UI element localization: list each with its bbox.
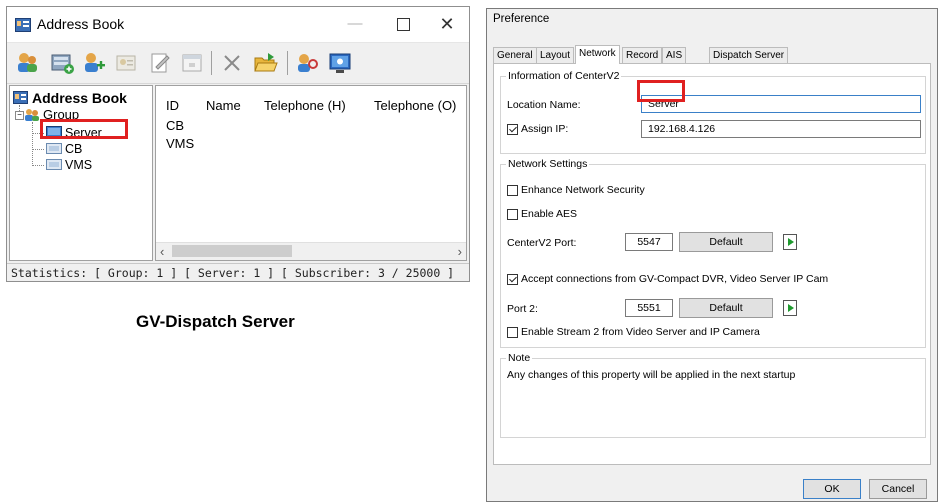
enable-stream2-label: Enable Stream 2 from Video Server and IP…	[521, 326, 760, 338]
info-group: Information of CenterV2 Location Name: S…	[500, 70, 926, 154]
accept-connections-label: Accept connections from GV-Compact DVR, …	[521, 273, 829, 285]
group-label: Network Settings	[506, 158, 590, 170]
play-arrow-icon[interactable]	[783, 234, 797, 250]
monitor-icon	[329, 53, 351, 73]
scroll-thumb[interactable]	[172, 245, 292, 257]
preference-dialog: Preference General Layout Network Record…	[486, 8, 938, 502]
enable-aes-label: Enable AES	[521, 208, 578, 220]
column-header-telephone-h[interactable]: Telephone (H)	[264, 98, 346, 113]
maximize-button[interactable]	[383, 11, 423, 37]
group-icon	[25, 109, 39, 121]
add-server-button[interactable]	[47, 48, 77, 78]
group-label: Note	[506, 352, 533, 364]
close-button[interactable]: ✕	[427, 11, 467, 37]
list-item[interactable]: VMS	[166, 136, 194, 151]
monitor-button[interactable]	[325, 48, 355, 78]
subscriber-card-button[interactable]	[111, 48, 141, 78]
ip-address-input[interactable]: 192.168.4.126	[641, 120, 921, 138]
column-header-id[interactable]: ID	[166, 98, 179, 113]
tab-ais[interactable]: AIS	[662, 47, 687, 63]
subscriber-icon	[46, 159, 62, 170]
assign-ip-checkbox[interactable]	[507, 124, 518, 135]
highlight-box	[40, 119, 128, 139]
list-item[interactable]: CB	[166, 118, 184, 133]
default-port2-button[interactable]: Default	[679, 298, 773, 318]
add-server-icon	[51, 54, 74, 74]
delete-icon	[224, 55, 240, 71]
tree-connector	[32, 122, 33, 166]
network-settings-group: Network Settings Enhance Network Securit…	[500, 158, 926, 348]
port-label: CenterV2 Port:	[507, 237, 577, 249]
play-arrow-icon[interactable]	[783, 300, 797, 316]
tab-layout[interactable]: Layout	[536, 47, 575, 63]
add-subscriber-button[interactable]	[79, 48, 109, 78]
scroll-left-icon[interactable]: ‹	[160, 244, 164, 259]
properties-icon	[182, 54, 202, 72]
horizontal-scrollbar[interactable]: ‹ ›	[156, 242, 466, 260]
default-port-button[interactable]: Default	[679, 232, 773, 252]
assign-ip-label: Assign IP:	[521, 123, 569, 135]
subscriber-icon	[46, 143, 62, 154]
scroll-right-icon[interactable]: ›	[458, 244, 462, 259]
tab-network[interactable]: Network	[575, 45, 620, 64]
tree-connector	[32, 165, 44, 166]
list-pane: ID Name Telephone (H) Telephone (O) CB V…	[155, 85, 467, 261]
dialog-title: Preference	[493, 13, 550, 25]
enhance-security-label: Enhance Network Security	[521, 184, 645, 196]
column-header-name[interactable]: Name	[206, 98, 241, 113]
edit-button[interactable]	[145, 48, 175, 78]
port2-label: Port 2:	[507, 303, 538, 315]
search-icon	[298, 54, 318, 72]
properties-button[interactable]	[177, 48, 207, 78]
caption: GV-Dispatch Server	[136, 312, 295, 331]
tree-item-vms[interactable]: VMS	[65, 158, 92, 172]
minimize-button[interactable]: —	[335, 11, 375, 37]
toolbar-separator	[211, 51, 212, 75]
enable-aes-checkbox[interactable]	[507, 209, 518, 220]
toolbar-separator	[287, 51, 288, 75]
cancel-button[interactable]: Cancel	[869, 479, 927, 499]
edit-icon	[151, 53, 170, 73]
tree-pane: Address Book − Group Server CB VMS	[9, 85, 153, 261]
ok-button[interactable]: OK	[803, 479, 861, 499]
location-label: Location Name:	[507, 99, 581, 111]
add-group-button[interactable]	[13, 48, 43, 78]
collapse-toggle[interactable]: −	[15, 111, 24, 120]
tree-item-cb[interactable]: CB	[65, 142, 82, 156]
enhance-security-checkbox[interactable]	[507, 185, 518, 196]
tab-dispatch-server[interactable]: Dispatch Server	[709, 47, 789, 63]
open-folder-button[interactable]	[251, 48, 281, 78]
network-panel: Information of CenterV2 Location Name: S…	[493, 63, 931, 465]
tab-general[interactable]: General	[493, 47, 537, 63]
subscriber-card-icon	[116, 55, 136, 71]
port-input[interactable]: 5547	[625, 233, 673, 251]
tab-record[interactable]: Record	[622, 47, 663, 63]
column-header-telephone-o[interactable]: Telephone (O)	[374, 98, 456, 113]
highlight-box	[637, 80, 685, 102]
address-book-icon	[15, 18, 31, 32]
add-group-icon	[18, 53, 37, 72]
search-button[interactable]	[293, 48, 323, 78]
tree-root[interactable]: Address Book	[32, 90, 127, 106]
window-title: Address Book	[37, 16, 125, 32]
note-group: Note Any changes of this property will b…	[500, 352, 926, 438]
open-folder-icon	[254, 53, 278, 72]
add-subscriber-icon	[85, 53, 105, 72]
title-bar: Address Book — ✕	[7, 7, 469, 43]
tree-connector	[32, 149, 44, 150]
port2-input[interactable]: 5551	[625, 299, 673, 317]
toolbar	[7, 43, 469, 84]
accept-connections-checkbox[interactable]	[507, 274, 518, 285]
status-bar: Statistics: [ Group: 1 ] [ Server: 1 ] […	[7, 263, 469, 281]
address-book-icon	[13, 91, 28, 104]
delete-button[interactable]	[217, 48, 247, 78]
enable-stream2-checkbox[interactable]	[507, 327, 518, 338]
note-text: Any changes of this property will be app…	[507, 369, 796, 381]
group-label: Information of CenterV2	[506, 70, 622, 82]
maximize-icon	[396, 17, 410, 31]
address-book-window: Address Book — ✕ Address Book − Group Se…	[6, 6, 470, 282]
